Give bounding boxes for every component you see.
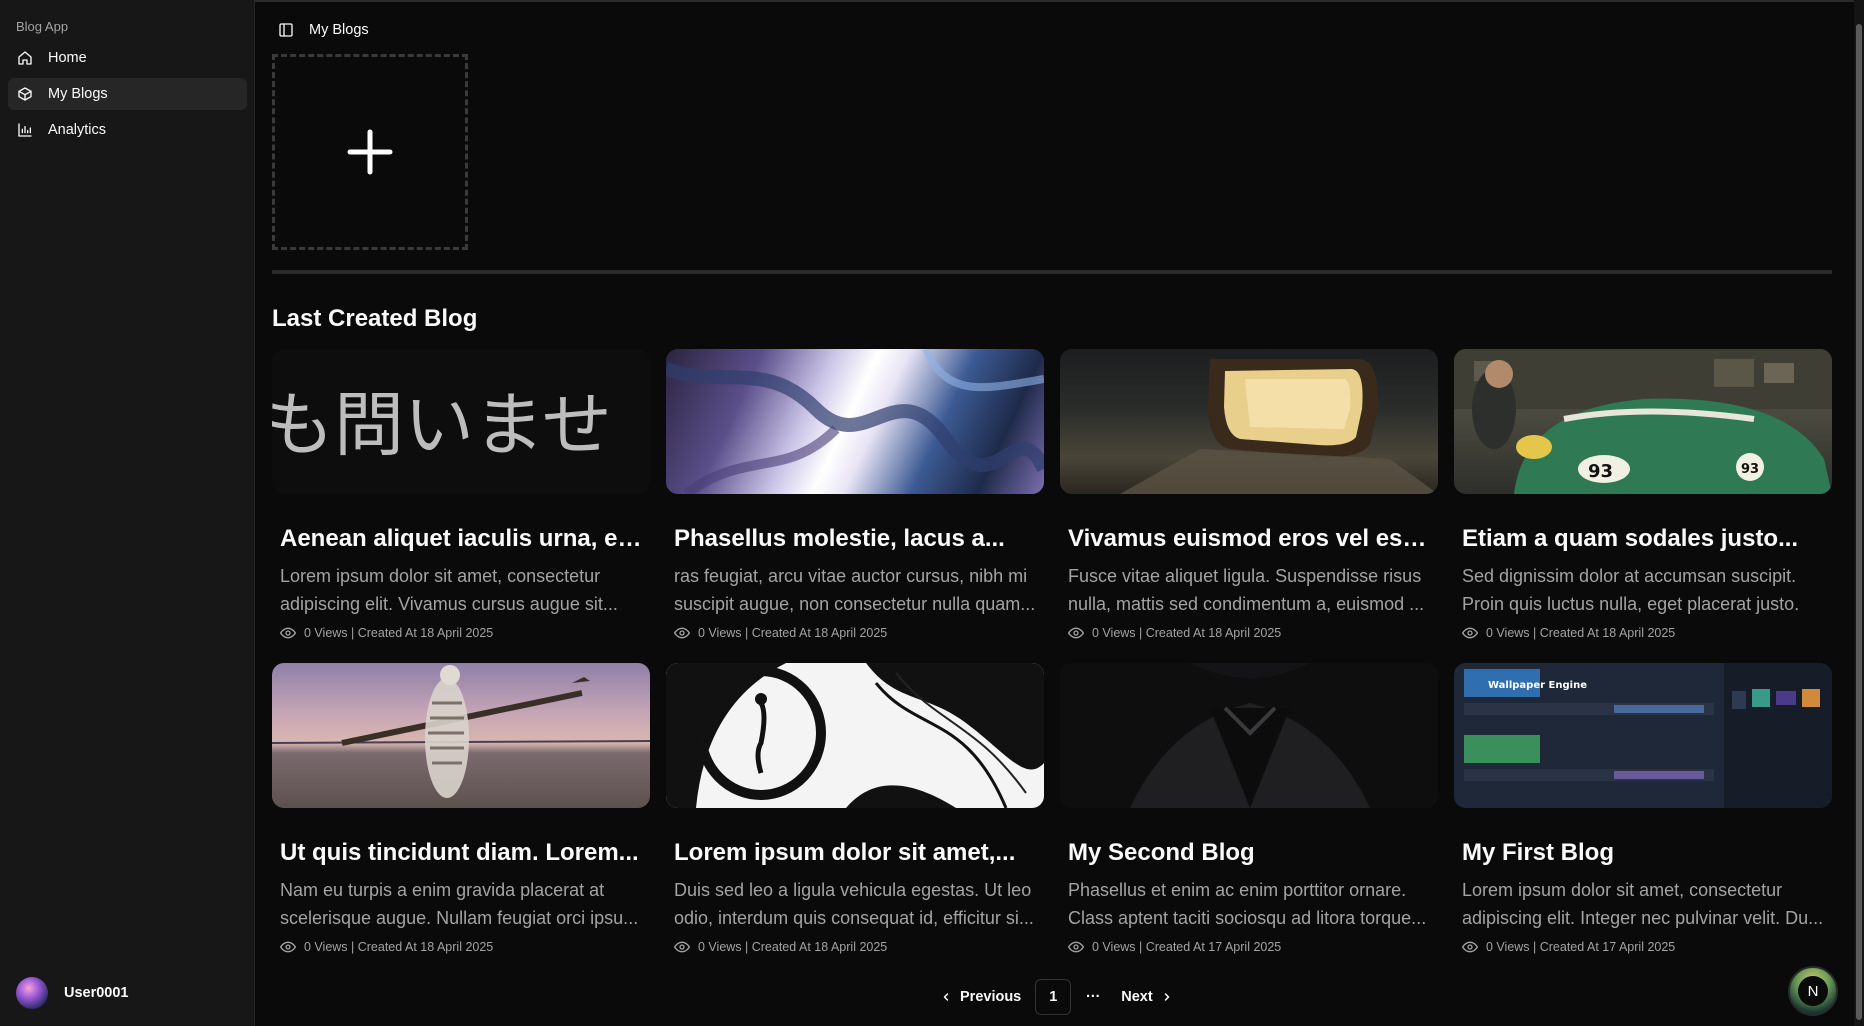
- blog-card-title: Vivamus euismod eros vel est...: [1068, 525, 1430, 552]
- blog-card-title: My First Blog: [1462, 839, 1615, 866]
- blog-card-image: [1060, 349, 1438, 494]
- user-menu[interactable]: User0001: [16, 977, 129, 1009]
- blog-card[interactable]: Ut quis tincidunt diam. Lorem... Nam eu …: [272, 663, 650, 955]
- blog-card-meta: 0 Views | Created At 18 April 2025: [1068, 625, 1430, 641]
- floating-action-button[interactable]: N: [1788, 966, 1838, 1016]
- blog-card-image: [666, 663, 1044, 808]
- box-icon: [17, 86, 33, 102]
- eye-icon: [1068, 625, 1084, 641]
- page-title: My Blogs: [309, 22, 369, 38]
- chevron-left-icon: [940, 991, 952, 1003]
- previous-label: Previous: [960, 989, 1022, 1005]
- blog-card[interactable]: Lorem ipsum dolor sit amet,... Duis sed …: [666, 663, 1044, 955]
- blog-card-image: [272, 663, 650, 808]
- sidebar-item-label: Home: [48, 50, 87, 66]
- chart-icon: [17, 122, 33, 138]
- home-icon: [17, 50, 33, 66]
- blog-card-meta: 0 Views | Created At 17 April 2025: [1068, 939, 1430, 955]
- blog-card-title: Ut quis tincidunt diam. Lorem...: [280, 839, 639, 866]
- scrollbar[interactable]: [1854, 0, 1864, 1026]
- pagination: Previous 1 ··· Next: [930, 979, 1183, 1015]
- more-pages-icon: ···: [1086, 989, 1101, 1005]
- page-number-button[interactable]: 1: [1035, 979, 1072, 1015]
- sidebar-item-home[interactable]: Home: [8, 42, 247, 74]
- blog-card-description: Phasellus et enim ac enim porttitor orna…: [1068, 880, 1427, 928]
- blog-card[interactable]: Phasellus molestie, lacus a... ras feugi…: [666, 349, 1044, 641]
- blog-card[interactable]: Vivamus euismod eros vel est... Fusce vi…: [1060, 349, 1438, 641]
- sidebar: Blog App Home My Blogs Analytics User000…: [0, 0, 255, 1026]
- blog-card-description: Lorem ipsum dolor sit amet, consectetur …: [280, 566, 618, 614]
- chevron-right-icon: [1161, 991, 1173, 1003]
- blog-card-description: Lorem ipsum dolor sit amet, consectetur …: [1462, 880, 1824, 928]
- blog-card-description: Fusce vitae aliquet ligula. Suspendisse …: [1068, 566, 1425, 614]
- sidebar-nav: Home My Blogs Analytics: [8, 42, 247, 150]
- sidebar-item-analytics[interactable]: Analytics: [8, 114, 247, 146]
- blog-grid: も問いませ Aenean aliquet iaculis urna, eg...…: [272, 349, 1832, 955]
- blog-card-meta: 0 Views | Created At 17 April 2025: [1462, 939, 1824, 955]
- blog-card-image: [1060, 663, 1438, 808]
- blog-card-meta: 0 Views | Created At 18 April 2025: [674, 939, 1036, 955]
- next-button[interactable]: Next: [1111, 979, 1182, 1015]
- blog-card-image: Wallpaper Engine: [1454, 663, 1832, 808]
- svg-text:93: 93: [1741, 462, 1759, 477]
- blog-card-image: も問いませ: [272, 349, 650, 494]
- scrollbar-thumb[interactable]: [1856, 24, 1862, 1020]
- blog-card-title: Etiam a quam sodales justo...: [1462, 525, 1799, 552]
- blog-card-meta-text: 0 Views | Created At 18 April 2025: [304, 626, 494, 640]
- eye-icon: [1068, 939, 1084, 955]
- previous-button[interactable]: Previous: [930, 979, 1031, 1015]
- blog-card-image: [666, 349, 1044, 494]
- eye-icon: [674, 625, 690, 641]
- blog-card-meta-text: 0 Views | Created At 18 April 2025: [304, 940, 494, 954]
- blog-card-meta: 0 Views | Created At 18 April 2025: [280, 939, 642, 955]
- eye-icon: [1462, 625, 1478, 641]
- section-divider: [272, 270, 1832, 274]
- blog-card-description: Nam eu turpis a enim gravida placerat at…: [280, 880, 639, 928]
- svg-text:93: 93: [1588, 461, 1613, 482]
- blog-card-meta-text: 0 Views | Created At 18 April 2025: [698, 940, 888, 954]
- blog-card-meta-text: 0 Views | Created At 18 April 2025: [698, 626, 888, 640]
- blog-card-description: Duis sed leo a ligula vehicula egestas. …: [674, 880, 1034, 928]
- blog-card-description: Sed dignissim dolor at accumsan suscipit…: [1462, 566, 1800, 614]
- blog-card-meta-text: 0 Views | Created At 17 April 2025: [1486, 940, 1676, 954]
- blog-card-title: My Second Blog: [1068, 839, 1255, 866]
- svg-text:も問いませ: も問いませ: [272, 384, 612, 466]
- sidebar-item-label: Analytics: [48, 122, 107, 138]
- blog-card-title: Phasellus molestie, lacus a...: [674, 525, 1005, 552]
- blog-card[interactable]: Wallpaper Engine My First Blog Lorem ips…: [1454, 663, 1832, 955]
- eye-icon: [280, 625, 296, 641]
- blog-card[interactable]: My Second Blog Phasellus et enim ac enim…: [1060, 663, 1438, 955]
- blog-card-meta: 0 Views | Created At 18 April 2025: [1462, 625, 1824, 641]
- blog-card-title: Lorem ipsum dolor sit amet,...: [674, 839, 1016, 866]
- plus-icon: [346, 128, 394, 176]
- section-title: Last Created Blog: [272, 305, 478, 332]
- avatar: [16, 977, 48, 1009]
- svg-text:Wallpaper Engine: Wallpaper Engine: [1488, 680, 1587, 691]
- blog-card-meta-text: 0 Views | Created At 18 April 2025: [1092, 626, 1282, 640]
- sidebar-item-label: My Blogs: [48, 86, 108, 102]
- top-bar: My Blogs: [278, 22, 369, 38]
- sidebar-item-my-blogs[interactable]: My Blogs: [8, 78, 247, 110]
- blog-card-title: Aenean aliquet iaculis urna, eg...: [280, 525, 642, 552]
- user-name: User0001: [64, 985, 129, 1001]
- eye-icon: [674, 939, 690, 955]
- eye-icon: [1462, 939, 1478, 955]
- main-content: My Blogs Last Created Blog も問いませ Aenean …: [256, 0, 1854, 1026]
- blog-card-meta: 0 Views | Created At 18 April 2025: [674, 625, 1036, 641]
- sidebar-toggle-icon[interactable]: [278, 22, 294, 38]
- next-label: Next: [1121, 989, 1153, 1005]
- blog-card-meta-text: 0 Views | Created At 18 April 2025: [1486, 626, 1676, 640]
- eye-icon: [280, 939, 296, 955]
- blog-card-meta: 0 Views | Created At 18 April 2025: [280, 625, 642, 641]
- blog-card-description: ras feugiat, arcu vitae auctor cursus, n…: [674, 566, 1036, 614]
- blog-card-meta-text: 0 Views | Created At 17 April 2025: [1092, 940, 1282, 954]
- fab-label: N: [1798, 976, 1828, 1006]
- blog-card-image: 93 93: [1454, 349, 1832, 494]
- blog-card[interactable]: も問いませ Aenean aliquet iaculis urna, eg...…: [272, 349, 650, 641]
- blog-card[interactable]: 93 93 Etiam a quam sodales justo... Sed …: [1454, 349, 1832, 641]
- app-label: Blog App: [16, 19, 69, 34]
- add-blog-button[interactable]: [272, 54, 468, 250]
